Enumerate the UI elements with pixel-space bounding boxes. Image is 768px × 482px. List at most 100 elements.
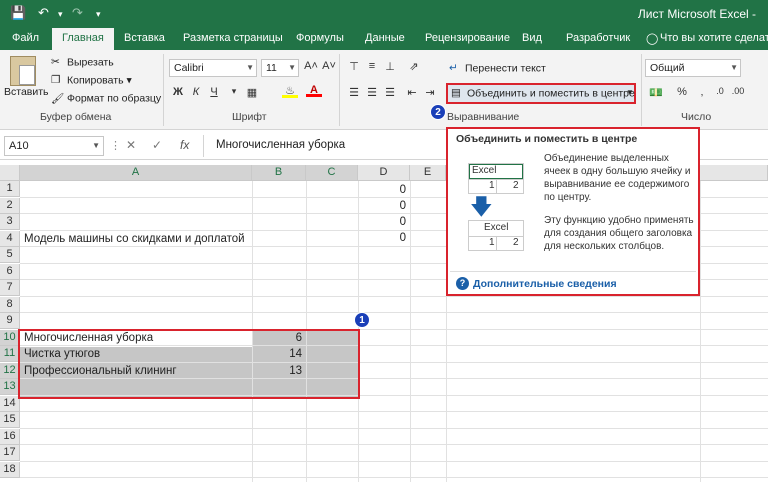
cell-a4[interactable]: Модель машины со скидками и доплатой <box>24 232 245 248</box>
divider <box>163 54 164 126</box>
paste-icon[interactable] <box>10 56 36 86</box>
alignment-group-label: Выравнивание <box>447 111 520 123</box>
lightbulb-icon: ◯ <box>646 33 659 45</box>
cell-d3[interactable]: 0 <box>358 215 410 231</box>
cell-d1[interactable]: 0 <box>358 183 410 199</box>
align-middle-icon[interactable]: ≡ <box>364 60 380 72</box>
font-name-select[interactable]: Calibri ▼ <box>169 59 257 77</box>
row-header-16[interactable]: 16 <box>0 428 20 445</box>
bold-button[interactable]: Ж <box>170 86 186 98</box>
more-info-link[interactable]: Дополнительные сведения <box>473 278 617 290</box>
percent-icon[interactable]: % <box>674 86 690 98</box>
cancel-icon[interactable]: ✕ <box>126 138 136 152</box>
name-box[interactable]: A10 ▼ <box>4 136 104 156</box>
row-header-6[interactable]: 6 <box>0 263 20 280</box>
selection-highlight <box>18 329 360 399</box>
tab-data[interactable]: Данные <box>365 32 405 44</box>
row-header-17[interactable]: 17 <box>0 445 20 461</box>
merge-center-button[interactable]: ▤ Объединить и поместить в центре ▼ <box>446 83 636 104</box>
row-header-12[interactable]: 12 <box>0 362 20 379</box>
tab-review[interactable]: Рецензирование <box>425 32 510 44</box>
row-header-2[interactable]: 2 <box>0 197 20 214</box>
column-header-a[interactable]: A <box>20 165 252 181</box>
row-header-7[interactable]: 7 <box>0 280 20 296</box>
italic-button[interactable]: К <box>188 86 204 98</box>
cell-d2[interactable]: 0 <box>358 199 410 215</box>
row-header-8[interactable]: 8 <box>0 296 20 313</box>
tell-me-box[interactable]: Что вы хотите сделать? <box>660 32 768 44</box>
copy-button[interactable]: ❐ Копировать ▾ <box>51 74 132 87</box>
tab-developer[interactable]: Разработчик <box>566 32 630 44</box>
number-group-label: Число <box>681 111 712 123</box>
column-header-c[interactable]: C <box>306 165 358 181</box>
paste-button[interactable]: Вставить <box>4 86 49 98</box>
save-icon[interactable]: 💾 <box>10 5 26 21</box>
clipboard-group-label: Буфер обмена <box>40 111 112 123</box>
align-top-icon[interactable]: ⊤ <box>346 60 362 73</box>
number-format-select[interactable]: Общий ▼ <box>645 59 741 77</box>
comma-style-icon[interactable]: ‚ <box>694 86 710 98</box>
column-header-e[interactable]: E <box>410 165 446 181</box>
undo-dropdown-icon[interactable]: ▾ <box>58 9 63 20</box>
font-size-select[interactable]: 11 ▼ <box>261 59 299 77</box>
customize-toolbar-icon[interactable]: ▾ <box>96 9 101 20</box>
cut-button[interactable]: ✂ Вырезать <box>51 56 114 69</box>
increase-indent-icon[interactable]: ⇥ <box>422 86 438 99</box>
align-left-icon[interactable]: ☰ <box>346 86 362 99</box>
align-center-icon[interactable]: ☰ <box>364 86 380 99</box>
row-header-9[interactable]: 9 <box>0 313 20 329</box>
illustration-number: 2 <box>513 180 519 191</box>
brush-icon: 🖌 <box>51 93 65 105</box>
wrap-text-button[interactable]: ↵ Перенести текст <box>449 62 546 75</box>
format-painter-button[interactable]: 🖌 Формат по образцу <box>51 92 161 105</box>
row-header-14[interactable]: 14 <box>0 395 20 412</box>
tab-insert[interactable]: Вставка <box>124 32 165 44</box>
underline-button[interactable]: Ч <box>206 86 222 98</box>
insert-function-icon[interactable]: fx <box>180 138 189 152</box>
column-gridline <box>410 181 411 482</box>
column-header-b[interactable]: B <box>252 165 306 181</box>
tab-view[interactable]: Вид <box>522 32 542 44</box>
increase-decimal-icon[interactable]: .0 <box>712 86 728 96</box>
tab-formulas[interactable]: Формулы <box>296 32 344 44</box>
tab-home[interactable]: Главная <box>52 28 114 50</box>
decrease-indent-icon[interactable]: ⇤ <box>404 86 420 99</box>
enter-icon[interactable]: ✓ <box>152 138 162 152</box>
merge-dropdown-icon[interactable]: ▼ <box>626 88 634 97</box>
row-header-15[interactable]: 15 <box>0 412 20 428</box>
tab-page-layout[interactable]: Разметка страницы <box>183 32 283 44</box>
undo-icon[interactable]: ↶ <box>38 5 49 21</box>
row-header-1[interactable]: 1 <box>0 181 20 197</box>
fill-color-icon[interactable]: ♨ <box>282 84 298 98</box>
row-header-4[interactable]: 4 <box>0 230 20 247</box>
row-header-5[interactable]: 5 <box>0 247 20 263</box>
column-header-d[interactable]: D <box>358 165 410 181</box>
select-all-corner[interactable] <box>0 165 20 181</box>
orientation-icon[interactable]: ⇗ <box>406 60 422 73</box>
decrease-font-icon[interactable]: A˅ <box>322 60 336 72</box>
tab-file[interactable]: Файл <box>12 32 39 44</box>
align-bottom-icon[interactable]: ⊥ <box>382 60 398 73</box>
align-right-icon[interactable]: ☰ <box>382 86 398 99</box>
wrap-text-icon: ↵ <box>449 62 458 74</box>
illustration-number: 1 <box>489 237 495 248</box>
borders-icon[interactable]: ▦ <box>244 86 260 99</box>
cell-d4[interactable]: 0 <box>358 231 410 247</box>
decrease-decimal-icon[interactable]: .00 <box>730 86 746 96</box>
redo-icon[interactable]: ↷ <box>72 5 83 21</box>
row-header-10[interactable]: 10 <box>0 329 20 346</box>
increase-font-icon[interactable]: A˄ <box>304 60 318 72</box>
font-color-icon[interactable]: A <box>306 84 322 97</box>
currency-icon[interactable]: 💵 <box>648 86 664 99</box>
row-header-3[interactable]: 3 <box>0 214 20 230</box>
row-gridline <box>20 477 768 478</box>
row-header-13[interactable]: 13 <box>0 379 20 395</box>
row-header-11[interactable]: 11 <box>0 346 20 362</box>
formula-input[interactable]: Многочисленная уборка <box>210 136 440 156</box>
column-header[interactable] <box>700 165 768 181</box>
step-badge-1: 1 <box>354 312 370 328</box>
underline-dropdown-icon[interactable]: ▾ <box>226 86 242 97</box>
divider <box>203 135 204 157</box>
ribbon-tabs: Файл Главная Вставка Разметка страницы Ф… <box>0 28 768 50</box>
row-header-18[interactable]: 18 <box>0 461 20 478</box>
